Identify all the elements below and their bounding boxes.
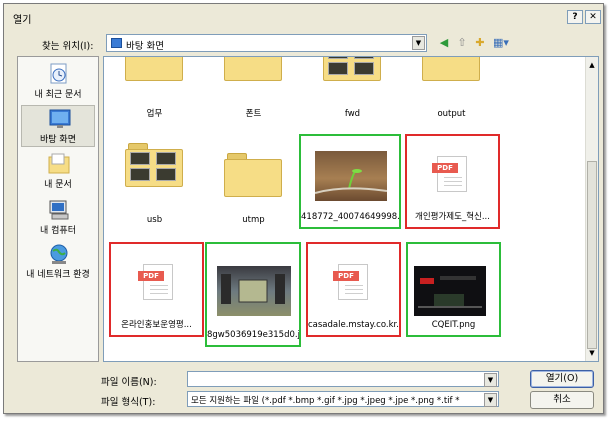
image-thumbnail [414, 266, 486, 316]
question-icon: ? [572, 12, 578, 22]
scroll-up-icon[interactable]: ▲ [586, 59, 598, 71]
cancel-button[interactable]: 취소 [530, 391, 594, 409]
place-label: 내 컴퓨터 [40, 226, 76, 236]
place-label: 내 문서 [44, 180, 72, 190]
places-bar: 내 최근 문서 바탕 화면 내 문서 내 컴퓨터 내 네트워크 환경 [17, 56, 99, 362]
recent-documents-icon [48, 63, 70, 85]
filetype-select[interactable]: 모든 지원하는 파일 (*.pdf *.bmp *.gif *.jpg *.jp… [187, 391, 499, 407]
file-item[interactable]: 폰트 [206, 57, 301, 124]
filetype-label: 파일 형식(T): [101, 397, 156, 408]
view-menu-icon[interactable]: ▦▾ [491, 36, 511, 50]
folder-icon [224, 57, 282, 81]
chevron-down-icon[interactable]: ▼ [484, 373, 497, 387]
folder-icon [422, 57, 480, 81]
look-in-combo[interactable]: 바탕 화면 ▼ [106, 34, 427, 52]
file-item[interactable]: PDF 온라인홍보운영평... [109, 242, 204, 337]
file-name: casadale.mstay.co.kr... [308, 320, 399, 330]
desktop-icon [49, 108, 71, 130]
desktop-icon [111, 38, 122, 48]
filename-label: 파일 이름(N): [101, 377, 157, 388]
place-recent-documents[interactable]: 내 최근 문서 [21, 61, 95, 103]
my-documents-icon [48, 153, 70, 175]
file-name: 업무 [146, 109, 163, 119]
place-my-documents[interactable]: 내 문서 [21, 151, 95, 193]
look-in-value: 바탕 화면 [126, 41, 164, 52]
scrollbar-thumb[interactable] [587, 161, 597, 349]
file-item[interactable]: CQEIT.png [406, 242, 501, 337]
place-label: 바탕 화면 [40, 135, 76, 145]
file-name: 개인평가제도_혁신... [415, 212, 490, 222]
my-computer-icon [48, 199, 70, 221]
place-network[interactable]: 내 네트워크 환경 [21, 241, 95, 283]
file-item[interactable]: output [404, 57, 499, 124]
place-desktop[interactable]: 바탕 화면 [21, 105, 95, 147]
filetype-value: 모든 지원하는 파일 (*.pdf *.bmp *.gif *.jpg *.jp… [191, 396, 460, 406]
folder-icon [125, 57, 183, 81]
folder-icon [224, 153, 282, 197]
file-item[interactable]: PDF 개인평가제도_혁신... [405, 134, 500, 229]
new-folder-icon[interactable]: ✚ [473, 36, 487, 50]
file-name: output [437, 109, 466, 119]
file-name: 8gw5036919e315d0.jpg [207, 330, 299, 340]
filename-input[interactable]: ▼ [187, 371, 499, 387]
image-thumbnail [217, 266, 291, 316]
look-in-label: 찾는 위치(I): [42, 41, 94, 52]
dialog-title: 열기 [13, 15, 32, 26]
file-item[interactable]: 8gw5036919e315d0.jpg [205, 242, 301, 347]
open-button[interactable]: 열기(O) [530, 370, 594, 388]
pdf-icon: PDF [333, 264, 368, 300]
file-list-view[interactable]: 업무 폰트 fwd output usb utmp 418772_4007464 [103, 56, 599, 362]
place-my-computer[interactable]: 내 컴퓨터 [21, 197, 95, 239]
file-name: 폰트 [245, 109, 262, 119]
close-button[interactable]: ✕ [585, 10, 601, 24]
file-item[interactable]: 업무 [107, 57, 202, 124]
file-item[interactable]: PDF casadale.mstay.co.kr... [306, 242, 401, 337]
close-icon: ✕ [589, 12, 597, 22]
chevron-down-icon[interactable]: ▼ [412, 36, 425, 50]
file-name: utmp [242, 215, 265, 225]
pdf-icon: PDF [138, 264, 173, 300]
pdf-icon: PDF [432, 156, 467, 192]
place-label: 내 네트워크 환경 [26, 270, 90, 280]
open-file-dialog: 열기 ? ✕ 찾는 위치(I): 바탕 화면 ▼ ◀ ⇧ ✚ ▦▾ 내 최근 문… [3, 3, 604, 414]
up-folder-icon[interactable]: ⇧ [455, 36, 469, 50]
file-item[interactable]: utmp [206, 135, 301, 230]
file-name: 418772_40074649998... [301, 212, 399, 222]
file-name: 온라인홍보운영평... [121, 320, 192, 330]
file-name: fwd [344, 109, 361, 119]
folder-photos-icon [125, 143, 183, 187]
network-icon [48, 243, 70, 265]
help-button[interactable]: ? [567, 10, 583, 24]
file-item[interactable]: usb [107, 135, 202, 230]
place-label: 내 최근 문서 [34, 90, 82, 100]
vertical-scrollbar[interactable]: ▲ ▼ [585, 57, 598, 361]
image-thumbnail [314, 151, 388, 201]
folder-photos-icon [323, 57, 381, 81]
scroll-down-icon[interactable]: ▼ [586, 347, 598, 359]
file-item[interactable]: fwd [305, 57, 400, 124]
file-item[interactable]: 418772_40074649998... [299, 134, 401, 229]
back-icon[interactable]: ◀ [437, 36, 451, 50]
chevron-down-icon[interactable]: ▼ [484, 393, 497, 407]
title-bar: 열기 ? ✕ [4, 4, 603, 28]
file-name: usb [146, 215, 163, 225]
file-name: CQEIT.png [431, 320, 476, 330]
